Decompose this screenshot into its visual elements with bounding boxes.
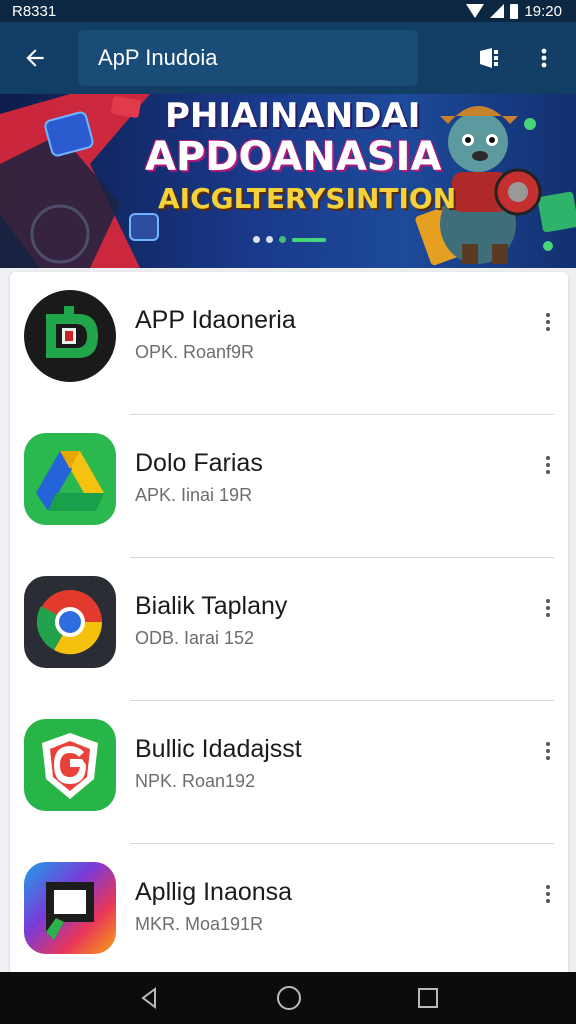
- clock: 19:20: [524, 2, 562, 20]
- status-bar: R8331 19:20: [0, 0, 576, 22]
- carousel-indicator[interactable]: [253, 236, 326, 243]
- item-more-button[interactable]: [536, 308, 560, 336]
- app-name: Bialik Taplany: [135, 592, 288, 620]
- carousel-dot[interactable]: [266, 236, 273, 243]
- banner-headline-3: AICGLTERYSINTION: [158, 182, 457, 215]
- app-bar: ApP Inudoia: [0, 22, 576, 94]
- list-item[interactable]: Dolo Farias APK. Iinai 19R: [10, 415, 568, 558]
- app-subtitle: APK. Iinai 19R: [135, 485, 253, 505]
- carousel-dot-active[interactable]: [292, 237, 326, 242]
- app-list: APP Idaoneria OPK. Roanf9R Dolo Farias A…: [10, 272, 568, 972]
- nav-home-icon[interactable]: [275, 984, 303, 1012]
- app-subtitle: ODB. Iarai 152: [135, 628, 255, 648]
- chrome-icon: [24, 576, 116, 668]
- app-subtitle: OPK. Roanf9R: [135, 342, 255, 362]
- more-vert-icon: [541, 48, 547, 68]
- item-more-button[interactable]: [536, 451, 560, 479]
- list-item[interactable]: APP Idaoneria OPK. Roanf9R: [10, 272, 568, 415]
- drive-icon: [24, 433, 116, 525]
- app-subtitle: MKR. Moa191R: [135, 914, 264, 934]
- carousel-dot[interactable]: [253, 236, 260, 243]
- back-button[interactable]: [0, 22, 70, 94]
- carrier-label: R8331: [12, 2, 57, 20]
- share-button[interactable]: [474, 40, 510, 76]
- nav-back-icon[interactable]: [137, 986, 161, 1010]
- g-shield-icon: [24, 719, 116, 811]
- app-name: Apllig Inaonsa: [135, 878, 293, 906]
- list-item[interactable]: Bialik Taplany ODB. Iarai 152: [10, 558, 568, 701]
- battery-icon: [510, 3, 519, 19]
- app-name: Dolo Farias: [135, 449, 263, 477]
- wifi-icon: [466, 4, 485, 18]
- app-name: APP Idaoneria: [135, 306, 296, 334]
- colorful-square-icon: [24, 862, 116, 954]
- list-item[interactable]: Bullic Idadajsst NPK. Roan192: [10, 701, 568, 844]
- item-more-button[interactable]: [536, 737, 560, 765]
- app-name: Bullic Idadajsst: [135, 735, 302, 763]
- nav-recents-icon[interactable]: [417, 987, 439, 1009]
- status-icons: 19:20: [466, 3, 562, 20]
- system-nav-bar: [0, 972, 576, 1024]
- share-icon: [480, 48, 498, 68]
- more-options-button[interactable]: [526, 40, 562, 76]
- item-more-button[interactable]: [536, 880, 560, 908]
- banner-headline-1: PHIAINANDAI: [165, 96, 421, 136]
- list-item[interactable]: Apllig Inaonsa MKR. Moa191R: [10, 844, 568, 972]
- promo-banner[interactable]: PHIAINANDAI APDOANASIA AICGLTERYSINTION: [0, 94, 576, 268]
- carousel-dot[interactable]: [279, 236, 286, 243]
- signal-icon: [490, 4, 505, 18]
- item-more-button[interactable]: [536, 594, 560, 622]
- banner-headline-2: APDOANASIA: [145, 134, 442, 180]
- arrow-back-icon: [26, 49, 44, 67]
- page-title: ApP Inudoia: [78, 30, 418, 86]
- app-subtitle: NPK. Roan192: [135, 771, 256, 791]
- green-d-app-icon: [24, 290, 116, 382]
